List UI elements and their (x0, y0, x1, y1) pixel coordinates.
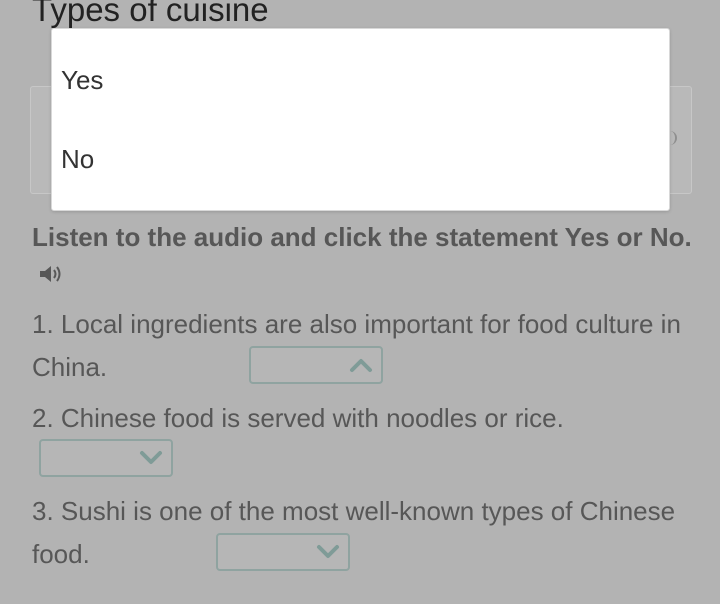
dropdown-option-yes[interactable]: Yes (61, 64, 103, 96)
answer-select-1[interactable] (249, 346, 383, 384)
chevron-down-icon (140, 451, 162, 464)
speaker-icon[interactable] (38, 258, 66, 294)
question-3: 3. Sushi is one of the most well-known t… (32, 490, 692, 576)
instruction-label: Listen to the audio and click the statem… (32, 222, 692, 252)
answer-select-2[interactable] (39, 439, 173, 477)
question-2: 2. Chinese food is served with noodles o… (32, 397, 692, 440)
question-3-text: 3. Sushi is one of the most well-known t… (32, 496, 676, 569)
answer-select-3[interactable] (216, 533, 350, 571)
answer-dropdown-menu: Yes No (51, 28, 670, 211)
chevron-up-icon (350, 359, 372, 372)
question-2-text: 2. Chinese food is served with noodles o… (32, 403, 564, 433)
instruction-text: Listen to the audio and click the statem… (32, 219, 692, 294)
chevron-down-icon (317, 545, 339, 558)
card-handle (669, 131, 677, 145)
dropdown-option-no[interactable]: No (61, 143, 94, 175)
